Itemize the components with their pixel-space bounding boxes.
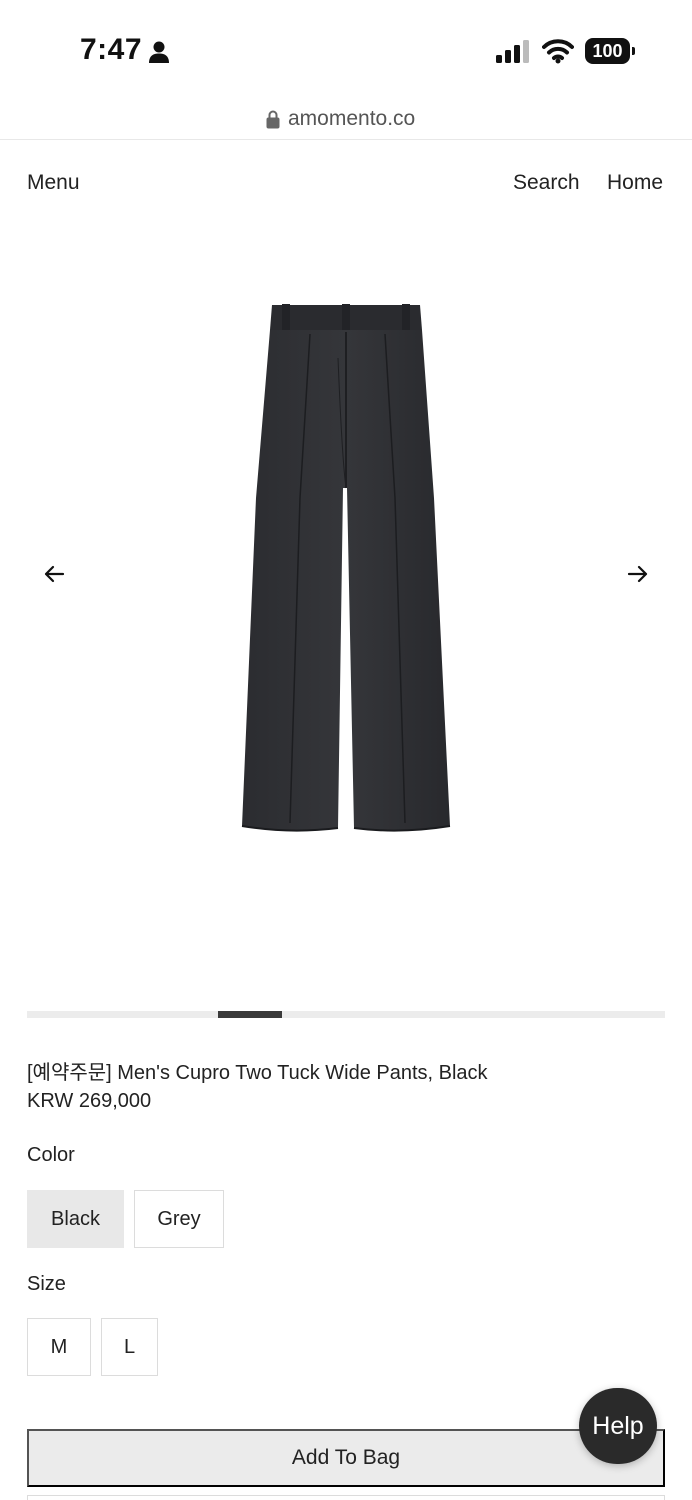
status-bar: 7:47 100 <box>0 0 692 100</box>
product-title: [예약주문] Men's Cupro Two Tuck Wide Pants, … <box>27 1062 488 1084</box>
size-label: Size <box>27 1273 66 1295</box>
product-price: KRW 269,000 <box>27 1090 152 1112</box>
add-to-bag-button[interactable]: Add To Bag <box>27 1429 665 1487</box>
carousel-progress-thumb <box>218 1011 283 1018</box>
product-image <box>241 304 451 832</box>
color-option-black[interactable]: Black <box>27 1190 124 1248</box>
signal-icon <box>496 40 529 63</box>
status-time: 7:47 <box>80 33 143 66</box>
battery-level: 100 <box>585 38 630 64</box>
arrow-left-icon[interactable] <box>40 560 68 588</box>
color-option-grey[interactable]: Grey <box>134 1190 224 1248</box>
next-section-edge <box>27 1495 665 1500</box>
person-icon <box>149 41 169 63</box>
carousel-progress[interactable] <box>27 1011 665 1018</box>
size-option-m[interactable]: M <box>27 1318 91 1376</box>
color-label: Color <box>27 1144 75 1166</box>
size-option-l[interactable]: L <box>101 1318 158 1376</box>
battery-icon: 100 <box>585 38 635 64</box>
wifi-icon <box>542 39 574 64</box>
address-bar[interactable]: amomento.co <box>0 100 692 140</box>
url-text: amomento.co <box>288 107 416 130</box>
lock-icon <box>266 110 280 129</box>
help-button[interactable]: Help <box>579 1388 657 1464</box>
arrow-right-icon[interactable] <box>624 560 652 588</box>
home-link[interactable]: Home <box>607 171 663 195</box>
search-link[interactable]: Search <box>513 171 580 195</box>
menu-link[interactable]: Menu <box>27 171 80 195</box>
